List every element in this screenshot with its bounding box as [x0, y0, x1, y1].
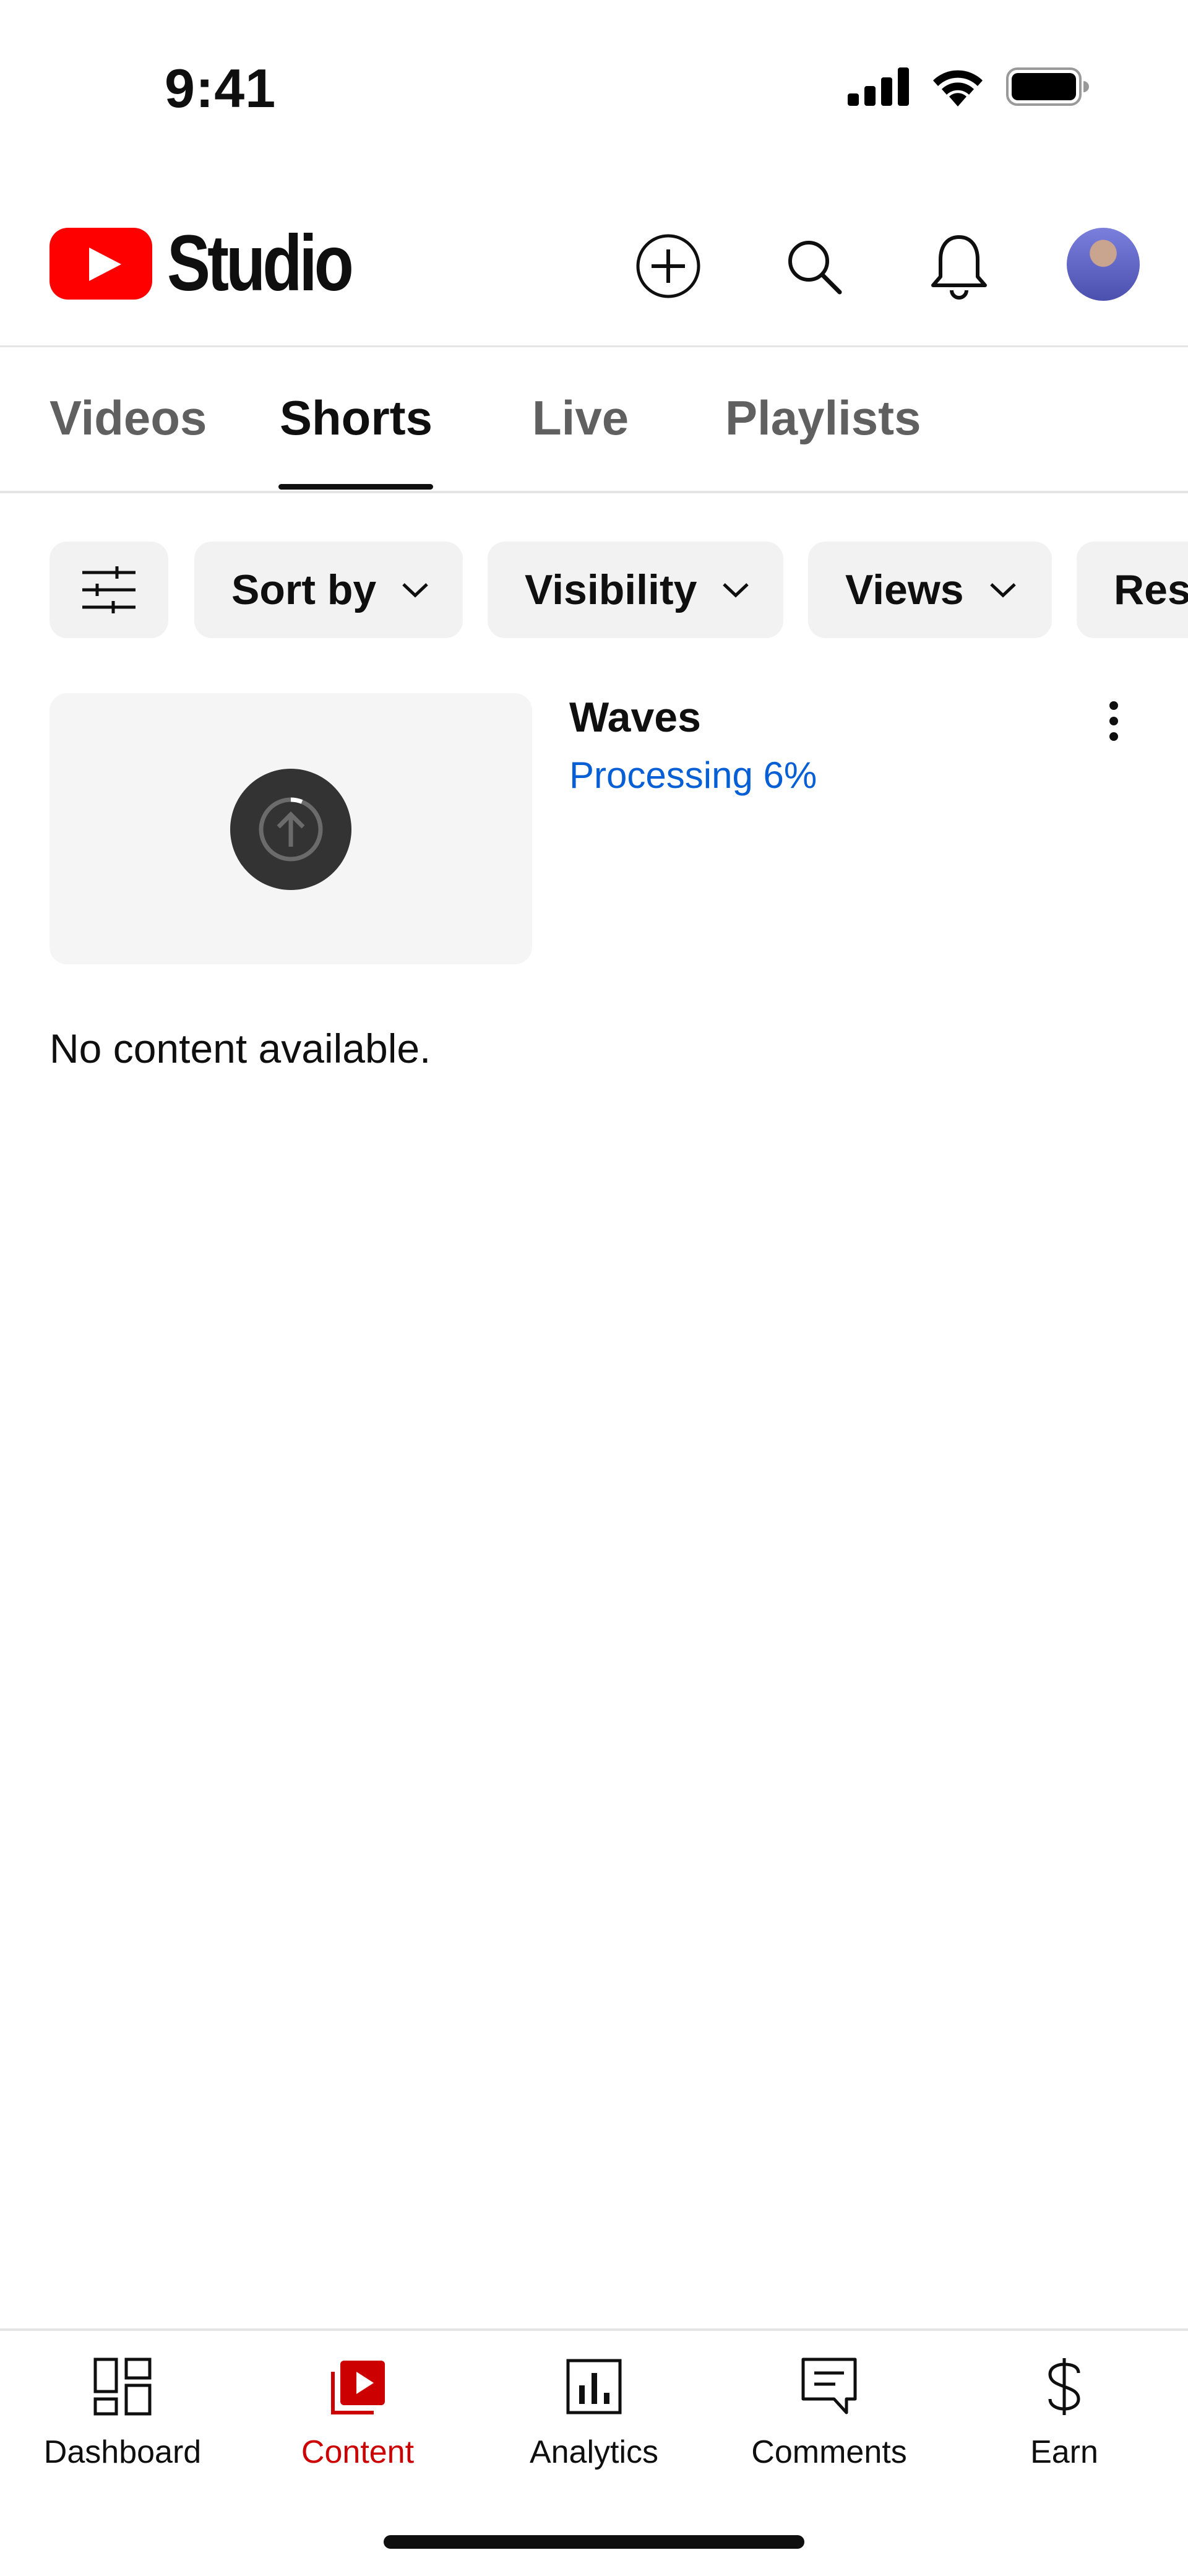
video-title[interactable]: Waves — [569, 693, 701, 741]
chevron-down-icon — [989, 583, 1016, 598]
tab-playlists[interactable]: Playlists — [725, 390, 921, 446]
upload-progress-indicator — [230, 769, 351, 890]
comments-icon — [801, 2358, 857, 2414]
filter-bar: Sort by Visibility Views Res — [0, 542, 1188, 641]
chevron-down-icon — [723, 583, 749, 598]
sliders-filter-icon — [82, 566, 136, 613]
empty-state-message: No content available. — [50, 1026, 431, 1071]
battery-icon — [1006, 67, 1089, 106]
logo-text: Studio — [167, 219, 354, 308]
nav-content[interactable]: Content — [240, 2349, 475, 2471]
nav-label-analytics: Analytics — [529, 2434, 659, 2470]
status-time: 9:41 — [165, 58, 277, 119]
views-label: Views — [845, 566, 964, 613]
create-plus-icon — [636, 234, 700, 298]
content-tabs: Videos Shorts Live Playlists — [0, 371, 1188, 492]
notifications-button[interactable] — [922, 229, 996, 303]
header-divider — [0, 345, 1188, 347]
nav-analytics[interactable]: Analytics — [476, 2349, 712, 2471]
more-vertical-icon — [1109, 701, 1118, 741]
search-button[interactable] — [777, 229, 851, 303]
status-icons — [848, 67, 1089, 106]
resolution-label: Res — [1114, 566, 1188, 613]
create-button[interactable] — [631, 229, 705, 303]
avatar[interactable] — [1067, 228, 1140, 301]
wifi-icon — [933, 70, 983, 106]
tab-shorts[interactable]: Shorts — [280, 390, 433, 446]
youtube-studio-logo[interactable]: Studio — [50, 224, 391, 303]
resolution-chip[interactable]: Res — [1077, 542, 1188, 638]
more-options-button[interactable] — [1089, 693, 1138, 749]
visibility-chip[interactable]: Visibility — [488, 542, 783, 638]
nav-label-earn: Earn — [1030, 2434, 1098, 2470]
views-chip[interactable]: Views — [808, 542, 1052, 638]
nav-dashboard[interactable]: Dashboard — [5, 2349, 240, 2471]
nav-label-content: Content — [301, 2434, 415, 2470]
earn-dollar-icon — [1048, 2358, 1080, 2415]
tab-videos[interactable]: Videos — [50, 390, 207, 446]
status-bar: 9:41 — [0, 0, 1188, 155]
analytics-icon — [566, 2359, 622, 2414]
processing-status: Processing 6% — [569, 754, 817, 796]
home-indicator[interactable] — [384, 2535, 804, 2549]
app-header: Studio — [0, 204, 1188, 347]
youtube-play-logo-icon — [50, 228, 152, 300]
active-tab-indicator — [278, 484, 433, 490]
upload-arrow-icon — [259, 797, 323, 862]
bottom-nav: Dashboard Content Analytics Comments Ear… — [0, 2331, 1188, 2492]
video-thumbnail[interactable] — [50, 693, 532, 964]
search-icon — [788, 241, 842, 295]
sort-by-chip[interactable]: Sort by — [194, 542, 463, 638]
notifications-bell-icon — [931, 235, 987, 300]
content-icon — [331, 2361, 385, 2414]
nav-earn[interactable]: Earn — [947, 2349, 1182, 2471]
visibility-label: Visibility — [525, 566, 697, 613]
dashboard-icon — [93, 2358, 152, 2416]
sort-by-label: Sort by — [231, 566, 377, 613]
nav-label-comments: Comments — [751, 2434, 907, 2470]
cellular-signal-icon — [848, 67, 909, 106]
tabs-divider — [0, 491, 1188, 493]
tab-live[interactable]: Live — [532, 390, 629, 446]
chevron-down-icon — [402, 583, 428, 598]
filter-button[interactable] — [50, 542, 168, 638]
nav-comments[interactable]: Comments — [712, 2349, 947, 2471]
nav-label-dashboard: Dashboard — [43, 2434, 202, 2470]
